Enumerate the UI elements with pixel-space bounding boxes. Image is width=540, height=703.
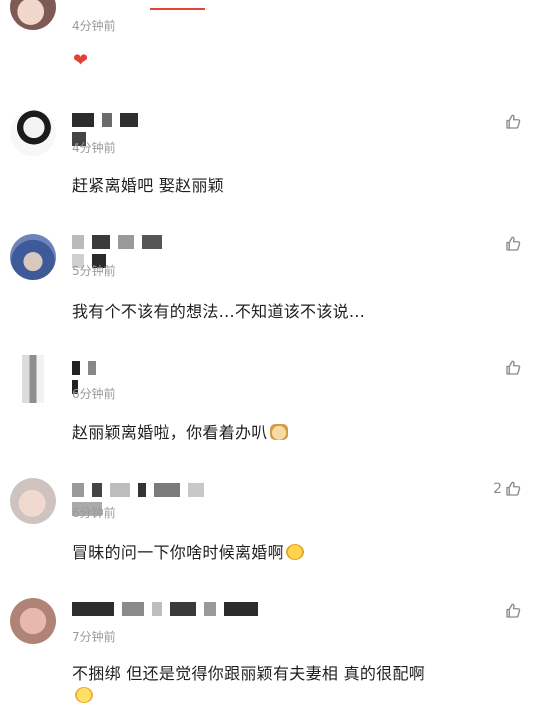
comment-text[interactable]: 不捆绑 但还是觉得你跟丽颖有夫妻相 真的很配啊 — [72, 660, 425, 684]
comment-item: 6分钟前 冒昧的问一下你啥时候离婚啊 2 — [0, 468, 540, 580]
like-count: 2 — [493, 481, 502, 497]
avatar[interactable] — [22, 355, 44, 403]
comment-item: 4分钟前 赶紧离婚吧 娶赵丽颖 — [0, 98, 540, 208]
comment-time: 4分钟前 — [72, 19, 116, 33]
laughing-emoji-icon — [285, 544, 304, 560]
like-button[interactable] — [502, 359, 522, 377]
like-button[interactable] — [502, 235, 522, 253]
username-redacted[interactable] — [72, 483, 232, 516]
comment-item: 6分钟前 赵丽颖离婚啦，你看着办叭 — [0, 345, 540, 457]
comment-time: 7分钟前 — [72, 630, 116, 644]
avatar[interactable] — [10, 110, 56, 156]
avatar[interactable] — [10, 234, 56, 280]
comment-text[interactable]: 赵丽颖离婚啦，你看着办叭 — [72, 419, 288, 443]
heart-icon: ❤ — [73, 50, 89, 71]
comment-text[interactable]: 我有个不该有的想法...不知道该不该说... — [72, 298, 365, 322]
avatar[interactable] — [10, 0, 56, 30]
comment-time: 6分钟前 — [72, 506, 116, 520]
thumbs-up-icon — [506, 603, 521, 618]
username-redacted[interactable] — [72, 235, 182, 268]
comment-feed: 4分钟前 ❤ 4分钟前 赶紧离婚吧 娶赵丽颖 5分钟前 我有个不该有的想法...… — [0, 0, 540, 703]
comment-item: 7分钟前 不捆绑 但还是觉得你跟丽颖有夫妻相 真的很配啊 — [0, 590, 540, 703]
thumbs-up-icon — [506, 360, 521, 375]
comment-text[interactable]: 冒昧的问一下你啥时候离婚啊 — [72, 539, 304, 563]
like-button[interactable]: 2 — [493, 480, 522, 498]
like-button[interactable] — [502, 113, 522, 131]
comment-text[interactable]: 赶紧离婚吧 娶赵丽颖 — [72, 172, 224, 196]
comment-text-content: 冒昧的问一下你啥时候离婚啊 — [72, 543, 284, 562]
avatar[interactable] — [10, 478, 56, 524]
comment-time: 6分钟前 — [72, 387, 116, 401]
username-redacted[interactable] — [72, 361, 112, 394]
comment-time: 4分钟前 — [72, 141, 116, 155]
thumbs-up-icon — [506, 236, 521, 251]
comment-item: 4分钟前 ❤ — [0, 0, 540, 78]
avatar[interactable] — [10, 598, 56, 644]
thumbs-up-icon — [506, 114, 521, 129]
like-button[interactable] — [502, 602, 522, 620]
thumbs-up-icon — [506, 481, 521, 496]
cat-emoji-icon — [269, 424, 288, 440]
comment-item: 5分钟前 我有个不该有的想法...不知道该不该说... — [0, 222, 540, 334]
comment-time: 5分钟前 — [72, 264, 116, 278]
username-redacted[interactable] — [72, 602, 262, 616]
comment-text-content: 赵丽颖离婚啦，你看着办叭 — [72, 423, 268, 442]
username-redacted[interactable] — [72, 113, 152, 146]
crying-laughing-emoji-icon — [75, 687, 93, 703]
